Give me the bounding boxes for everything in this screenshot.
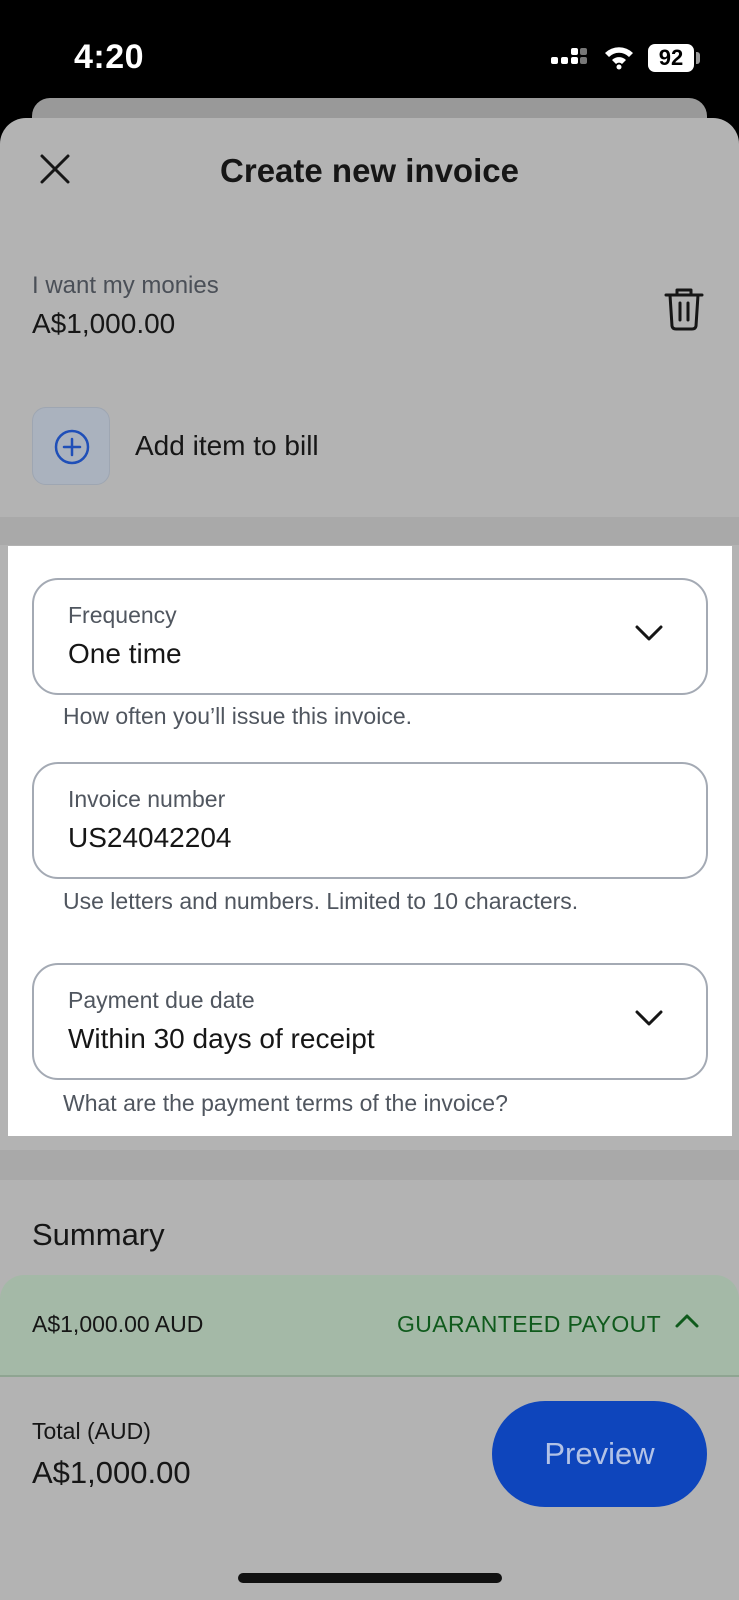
invoice-number-helper: Use letters and numbers. Limited to 10 c… <box>63 888 579 914</box>
section-divider <box>0 517 739 545</box>
chevron-down-icon <box>635 1010 663 1026</box>
add-item-button[interactable] <box>32 407 110 485</box>
battery-cap <box>696 52 700 64</box>
payment-due-date-label: Payment due date <box>68 987 255 1013</box>
guaranteed-payout-badge: GUARANTEED PAYOUT <box>397 1311 662 1337</box>
invoice-number-field[interactable]: Invoice number US24042204 <box>32 762 708 879</box>
invoice-number-value: US24042204 <box>68 822 232 853</box>
frequency-select[interactable]: Frequency One time <box>32 578 708 695</box>
home-indicator <box>238 1573 502 1583</box>
frequency-value: One time <box>68 638 182 669</box>
cellular-signal-icon <box>551 48 587 72</box>
trash-icon[interactable] <box>662 286 706 332</box>
invoice-details-form: Frequency One time How often you’ll issu… <box>8 546 732 1136</box>
add-item-label[interactable]: Add item to bill <box>135 430 319 462</box>
frequency-helper: How often you’ll issue this invoice. <box>63 703 412 729</box>
battery-level: 92 <box>648 44 694 72</box>
plus-circle-icon <box>54 429 90 465</box>
payment-due-date-helper: What are the payment terms of the invoic… <box>63 1090 508 1116</box>
invoice-number-label: Invoice number <box>68 786 226 812</box>
total-label: Total (AUD) <box>32 1418 151 1444</box>
status-time: 4:20 <box>74 38 145 76</box>
page-title: Create new invoice <box>220 152 519 189</box>
frequency-label: Frequency <box>68 602 177 628</box>
preview-button[interactable]: Preview <box>492 1401 707 1507</box>
status-bar: 4:20 92 <box>0 0 739 110</box>
bill-item-amount: A$1,000.00 <box>32 308 176 339</box>
payment-due-date-select[interactable]: Payment due date Within 30 days of recei… <box>32 963 708 1080</box>
chevron-down-icon <box>635 625 663 641</box>
bill-item-name: I want my monies <box>32 272 219 299</box>
payout-amount: A$1,000.00 AUD <box>32 1311 204 1337</box>
payment-due-date-value: Within 30 days of receipt <box>68 1023 375 1054</box>
wifi-icon <box>605 47 633 70</box>
total-value: A$1,000.00 <box>32 1455 191 1490</box>
payout-row[interactable]: A$1,000.00 AUD GUARANTEED PAYOUT <box>0 1275 739 1377</box>
section-divider <box>0 1150 739 1180</box>
chevron-up-icon[interactable] <box>674 1313 700 1329</box>
summary-title: Summary <box>32 1217 165 1252</box>
